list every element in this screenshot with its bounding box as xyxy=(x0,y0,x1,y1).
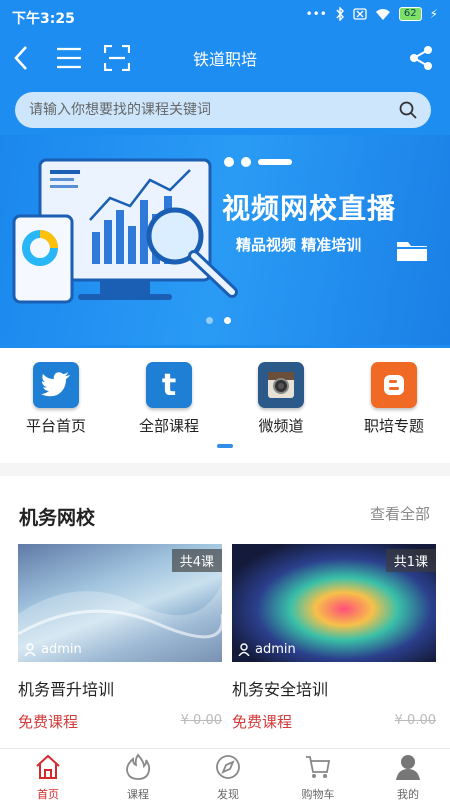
share-icon xyxy=(410,46,432,70)
promo-banner[interactable]: 视频网校直播 精品视频 精准培训 xyxy=(0,135,450,345)
tab-home[interactable]: 首页 xyxy=(18,753,78,800)
course-price: 免费课程 ¥ 0.00 xyxy=(18,711,222,731)
category-label: 职培专题 xyxy=(363,417,424,435)
course-thumbnail: 共4课 admin xyxy=(18,544,222,662)
author-name: admin xyxy=(255,642,296,657)
price-free: 免费课程 xyxy=(18,713,79,731)
category-label: 微频道 xyxy=(258,417,304,435)
page-title: 铁道职培 xyxy=(192,50,257,69)
blogger-icon xyxy=(371,362,417,408)
tab-cart[interactable]: 购物车 xyxy=(288,753,348,800)
search-input[interactable] xyxy=(29,102,399,118)
course-section: 机务网校 查看全部 共4课 admin 机务晋升培训 免费课程 ¥ 0.00 共… xyxy=(0,476,450,748)
category-grid: 平台首页 t 全部课程 微频道 职培专题 xyxy=(0,348,450,463)
banner-headline: 视频网校直播 xyxy=(222,192,397,225)
course-thumbnail: 共1课 admin xyxy=(232,544,436,662)
category-label: 全部课程 xyxy=(138,417,199,435)
user-icon xyxy=(24,643,36,656)
tab-label: 首页 xyxy=(37,788,59,800)
banner-pager xyxy=(206,317,231,324)
tab-label: 课程 xyxy=(127,788,149,800)
tab-label: 发现 xyxy=(217,788,239,800)
tab-discover[interactable]: 发现 xyxy=(198,753,258,800)
category-page-indicator xyxy=(217,444,233,448)
status-time: 下午3:25 xyxy=(12,11,75,27)
course-author: admin xyxy=(24,642,82,657)
folder-icon xyxy=(397,242,427,261)
home-icon xyxy=(36,754,60,779)
charging-icon: ⚡ xyxy=(429,7,438,21)
lesson-count-badge: 共4课 xyxy=(171,549,222,572)
search-icon[interactable] xyxy=(399,101,417,119)
pager-dot-active xyxy=(224,317,231,324)
category-item-special-topics[interactable]: 职培专题 xyxy=(344,362,444,436)
tab-label: 购物车 xyxy=(301,788,335,800)
tab-mine[interactable]: 我的 xyxy=(378,753,438,800)
twitter-icon xyxy=(33,362,79,408)
author-name: admin xyxy=(41,642,82,657)
title-bar: 铁道职培 xyxy=(0,34,450,80)
course-name: 机务安全培训 xyxy=(232,680,329,699)
course-card[interactable]: 共1课 admin 机务安全培训 免费课程 ¥ 0.00 xyxy=(232,544,436,731)
course-name: 机务晋升培训 xyxy=(18,680,115,699)
share-button[interactable] xyxy=(406,44,436,72)
more-dots-icon: ••• xyxy=(305,7,327,21)
banner-illustration xyxy=(12,158,238,304)
category-item-micro-channel[interactable]: 微频道 xyxy=(231,362,331,436)
tab-label: 我的 xyxy=(397,788,419,800)
price-original: ¥ 0.00 xyxy=(180,713,222,728)
compass-icon xyxy=(216,755,240,779)
search-bar[interactable] xyxy=(15,92,431,128)
course-card[interactable]: 共4课 admin 机务晋升培训 免费课程 ¥ 0.00 xyxy=(18,544,222,731)
course-price: 免费课程 ¥ 0.00 xyxy=(232,711,436,731)
wifi-icon xyxy=(375,9,390,20)
course-author: admin xyxy=(238,642,296,657)
price-original: ¥ 0.00 xyxy=(394,713,436,728)
bluetooth-icon xyxy=(336,7,344,21)
category-item-home[interactable]: 平台首页 xyxy=(6,362,106,436)
view-all-link[interactable]: 查看全部 xyxy=(370,503,430,524)
user-icon xyxy=(238,643,250,656)
tumblr-icon: t xyxy=(146,362,192,408)
pager-dot xyxy=(206,317,213,324)
tab-courses[interactable]: 课程 xyxy=(108,753,168,800)
status-icons: ••• 62 ⚡ xyxy=(306,7,438,21)
flame-icon xyxy=(126,753,151,780)
cart-icon xyxy=(306,756,331,778)
status-bar: 下午3:25 ••• 62 ⚡ xyxy=(0,0,450,34)
banner-decor-dots xyxy=(224,157,292,167)
lesson-count-badge: 共1课 xyxy=(385,549,436,572)
user-icon xyxy=(396,755,420,780)
battery-level: 62 xyxy=(398,7,422,21)
banner-subline: 精品视频 精准培训 xyxy=(236,236,362,254)
category-item-all-courses[interactable]: t 全部课程 xyxy=(119,362,219,436)
price-free: 免费课程 xyxy=(232,713,293,731)
section-title: 机务网校 xyxy=(19,507,96,529)
bottom-tab-bar: 首页 课程 发现 购物车 我的 xyxy=(0,748,450,800)
category-label: 平台首页 xyxy=(25,417,86,435)
app-screen: 下午3:25 ••• 62 ⚡ 铁道职培 视频网校直播 精品视频 精准培训 请输… xyxy=(0,0,450,800)
instagram-icon xyxy=(258,362,304,408)
no-sim-icon xyxy=(353,8,367,20)
